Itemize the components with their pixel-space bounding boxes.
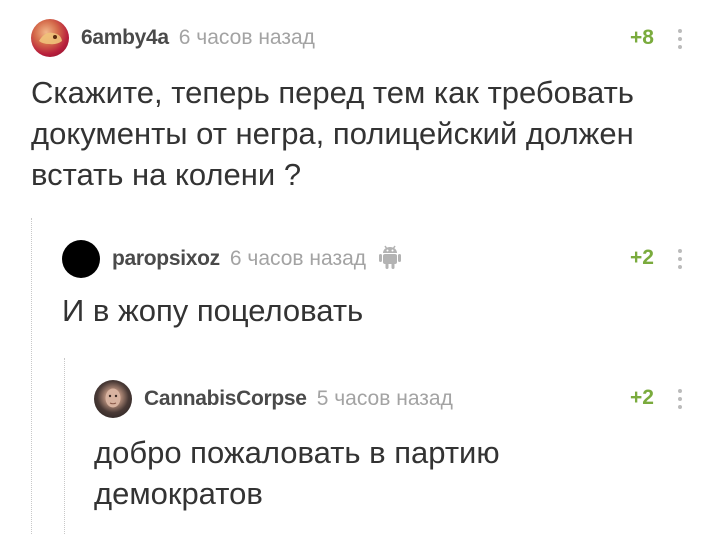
timestamp[interactable]: 6 часов назад	[179, 26, 315, 50]
rating: +2	[630, 246, 654, 269]
comment-1: 6amby4a 6 часов назад +8 Скажите, теперь…	[0, 0, 720, 200]
timestamp[interactable]: 5 часов назад	[317, 387, 453, 411]
more-menu-icon[interactable]	[677, 29, 683, 53]
comment-2: paropsixoz 6 часов назад +2 И в жопу поц…	[0, 220, 720, 350]
rating: +8	[630, 26, 654, 49]
more-menu-icon[interactable]	[677, 389, 683, 413]
username[interactable]: 6amby4a	[81, 26, 169, 50]
comment-text: Скажите, теперь перед тем как требовать …	[31, 75, 634, 192]
comment-header: CannabisCorpse 5 часов назад	[94, 380, 453, 418]
comment-text: И в жопу поцеловать	[62, 293, 364, 328]
comment-header: 6amby4a 6 часов назад	[31, 19, 315, 57]
avatar[interactable]	[31, 19, 69, 57]
username[interactable]: paropsixoz	[112, 247, 220, 271]
android-icon	[378, 244, 402, 275]
username[interactable]: CannabisCorpse	[144, 387, 307, 411]
timestamp[interactable]: 6 часов назад	[230, 247, 366, 271]
comment-text: добро пожаловать в партию демократов	[94, 435, 500, 511]
comment-header: paropsixoz 6 часов назад	[62, 240, 402, 278]
avatar[interactable]	[62, 240, 100, 278]
comment-3: CannabisCorpse 5 часов назад +2 добро по…	[0, 360, 720, 534]
rating: +2	[630, 386, 654, 409]
more-menu-icon[interactable]	[677, 249, 683, 273]
avatar[interactable]	[94, 380, 132, 418]
